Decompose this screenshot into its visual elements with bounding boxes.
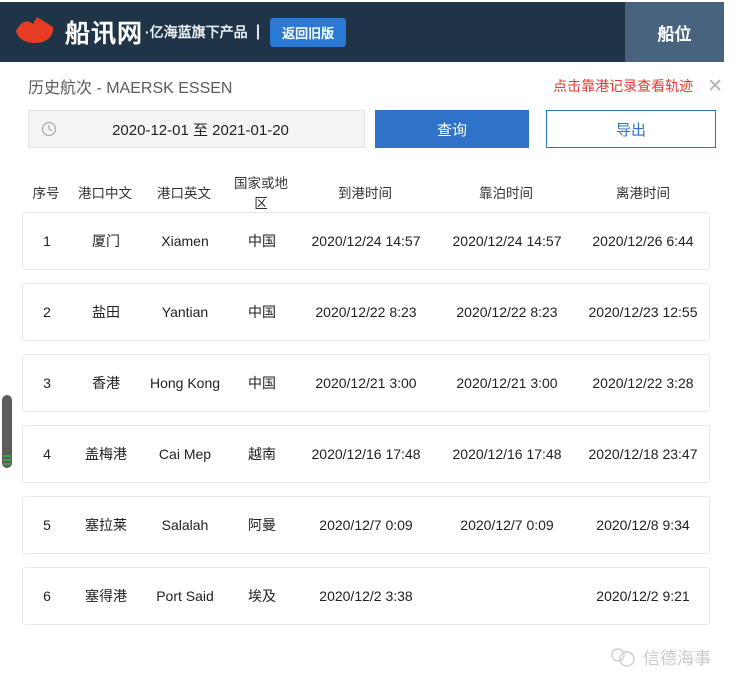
cell-seq: 2 xyxy=(23,303,71,322)
xinde-marine-logo-icon xyxy=(609,646,637,668)
col-header-seq: 序号 xyxy=(22,182,70,202)
cell-port-en: Cai Mep xyxy=(141,445,229,464)
cell-departure-time: 2020/12/23 12:55 xyxy=(577,303,709,322)
page-title: 历史航次 - MAERSK ESSEN xyxy=(28,74,232,98)
watermark-text: 信德海事 xyxy=(643,644,711,669)
cell-port-cn: 塞拉莱 xyxy=(71,516,141,535)
cell-departure-time: 2020/12/26 6:44 xyxy=(577,232,709,251)
cell-port-en: Hong Kong xyxy=(141,374,229,393)
cell-departure-time: 2020/12/8 9:34 xyxy=(577,516,709,535)
cell-departure-time: 2020/12/18 23:47 xyxy=(577,445,709,464)
brand-name: 船讯网 xyxy=(65,14,143,50)
cell-port-cn: 厦门 xyxy=(71,232,141,251)
table-header-row: 序号 港口中文 港口英文 国家或地区 到港时间 靠泊时间 离港时间 xyxy=(22,172,710,194)
cell-arrival-time: 2020/12/2 3:38 xyxy=(295,587,437,606)
cell-port-en: Salalah xyxy=(141,516,229,535)
table-row[interactable]: 6 塞得港 Port Said 埃及 2020/12/2 3:38 2020/1… xyxy=(22,567,710,625)
table-row[interactable]: 1 厦门 Xiamen 中国 2020/12/24 14:57 2020/12/… xyxy=(22,212,710,270)
col-header-country: 国家或地区 xyxy=(228,172,294,212)
view-track-hint-link[interactable]: 点击靠港记录查看轨迹 xyxy=(553,76,693,96)
brand-divider: | xyxy=(256,23,260,41)
cell-country: 阿曼 xyxy=(229,516,295,535)
query-controls: 2020-12-01 至 2021-01-20 查询 导出 xyxy=(28,110,716,148)
cell-berth-time: 2020/12/7 0:09 xyxy=(437,516,577,535)
col-header-port-en: 港口英文 xyxy=(140,182,228,202)
clock-icon xyxy=(41,121,57,137)
cell-arrival-time: 2020/12/24 14:57 xyxy=(295,232,437,251)
table-row[interactable]: 4 盖梅港 Cai Mep 越南 2020/12/16 17:48 2020/1… xyxy=(22,425,710,483)
date-range-input[interactable]: 2020-12-01 至 2021-01-20 xyxy=(28,110,365,148)
cell-seq: 3 xyxy=(23,374,71,393)
cell-seq: 5 xyxy=(23,516,71,535)
brand-suffix: ·亿海蓝旗下产品 xyxy=(145,22,248,42)
table-row[interactable]: 3 香港 Hong Kong 中国 2020/12/21 3:00 2020/1… xyxy=(22,354,710,412)
cell-country: 越南 xyxy=(229,445,295,464)
cell-berth-time: 2020/12/24 14:57 xyxy=(437,232,577,251)
col-header-departure: 离港时间 xyxy=(576,182,710,202)
cell-arrival-time: 2020/12/22 8:23 xyxy=(295,303,437,322)
cell-departure-time: 2020/12/22 3:28 xyxy=(577,374,709,393)
cell-country: 中国 xyxy=(229,232,295,251)
cell-seq: 6 xyxy=(23,587,71,606)
query-button[interactable]: 查询 xyxy=(375,110,529,148)
cell-country: 埃及 xyxy=(229,587,295,606)
side-scrollbar-handle[interactable] xyxy=(2,395,12,468)
voyage-list: 1 厦门 Xiamen 中国 2020/12/24 14:57 2020/12/… xyxy=(22,212,710,625)
close-icon[interactable]: ✕ xyxy=(707,77,723,96)
back-to-old-version-button[interactable]: 返回旧版 xyxy=(270,18,346,47)
date-range-value: 2020-12-01 至 2021-01-20 xyxy=(57,119,364,140)
cell-port-cn: 盖梅港 xyxy=(71,445,141,464)
nav-ship-position[interactable]: 船位 xyxy=(625,2,724,62)
top-header-bar: 船讯网 ·亿海蓝旗下产品 | 返回旧版 船位 xyxy=(0,2,724,62)
cell-arrival-time: 2020/12/21 3:00 xyxy=(295,374,437,393)
cell-arrival-time: 2020/12/16 17:48 xyxy=(295,445,437,464)
cell-port-en: Yantian xyxy=(141,303,229,322)
cell-berth-time: 2020/12/22 8:23 xyxy=(437,303,577,322)
col-header-berth: 靠泊时间 xyxy=(436,182,576,202)
cell-port-en: Xiamen xyxy=(141,232,229,251)
cell-seq: 1 xyxy=(23,232,71,251)
shipxy-boat-logo-icon xyxy=(13,14,57,50)
export-button[interactable]: 导出 xyxy=(546,110,716,148)
cell-port-cn: 塞得港 xyxy=(71,587,141,606)
cell-departure-time: 2020/12/2 9:21 xyxy=(577,587,709,606)
cell-berth-time: 2020/12/16 17:48 xyxy=(437,445,577,464)
cell-country: 中国 xyxy=(229,374,295,393)
cell-seq: 4 xyxy=(23,445,71,464)
col-header-arrival: 到港时间 xyxy=(294,182,436,202)
cell-port-cn: 盐田 xyxy=(71,303,141,322)
cell-port-en: Port Said xyxy=(141,587,229,606)
cell-port-cn: 香港 xyxy=(71,374,141,393)
cell-berth-time: 2020/12/21 3:00 xyxy=(437,374,577,393)
cell-arrival-time: 2020/12/7 0:09 xyxy=(295,516,437,535)
cell-country: 中国 xyxy=(229,303,295,322)
table-row[interactable]: 5 塞拉莱 Salalah 阿曼 2020/12/7 0:09 2020/12/… xyxy=(22,496,710,554)
col-header-port-cn: 港口中文 xyxy=(70,182,140,202)
watermark: 信德海事 xyxy=(609,644,711,669)
table-row[interactable]: 2 盐田 Yantian 中国 2020/12/22 8:23 2020/12/… xyxy=(22,283,710,341)
dialog-title-row: 历史航次 - MAERSK ESSEN 点击靠港记录查看轨迹 ✕ xyxy=(28,74,723,98)
